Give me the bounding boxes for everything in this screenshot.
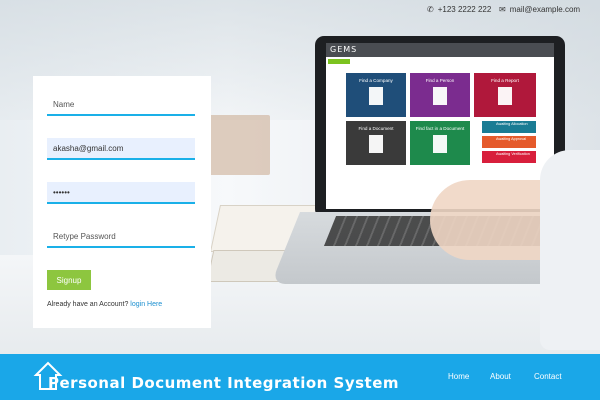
contact-phone: ✆ +123 2222 222 [427, 5, 491, 14]
tile-find-document: Find a Document [346, 121, 406, 165]
email-address[interactable]: mail@example.com [510, 5, 580, 14]
password-field[interactable]: •••••• [47, 182, 195, 204]
status-awaiting-allocation: Awaiting Allocation [482, 121, 536, 133]
contact-email[interactable]: ✉ mail@example.com [499, 5, 580, 14]
login-prompt: Already have an Account? login Here [47, 301, 162, 308]
name-field[interactable]: Name [47, 94, 195, 116]
mail-icon: ✉ [499, 5, 506, 14]
nav-about[interactable]: About [490, 372, 511, 381]
nav-contact[interactable]: Contact [534, 372, 562, 381]
tile-label: Find a Person [425, 78, 455, 83]
login-prompt-text: Already have an Account? [47, 301, 129, 308]
brand-title[interactable]: Personal Document Integration System [48, 374, 399, 392]
app-tag [328, 59, 350, 64]
app-title: GEMS [326, 43, 554, 57]
status-awaiting-verification: Awaiting Verification [482, 151, 536, 163]
tile-label: Find fact in a Document [415, 126, 465, 131]
contact-bar: ✆ +123 2222 222 ✉ mail@example.com [0, 0, 600, 22]
signup-form: Name akasha@gmail.com •••••• Retype Pass… [33, 76, 211, 328]
signup-button[interactable]: Signup [47, 270, 91, 290]
document-icon [369, 135, 383, 153]
chart-icon [498, 87, 512, 105]
email-field[interactable]: akasha@gmail.com [47, 138, 195, 160]
phone-icon: ✆ [427, 5, 434, 14]
tile-find-fact: Find fact in a Document [410, 121, 470, 165]
tile-find-company: Find a Company [346, 73, 406, 117]
people-icon [433, 87, 447, 105]
tile-find-report: Find a Report [474, 73, 536, 117]
tile-find-person: Find a Person [410, 73, 470, 117]
document-lines-icon [433, 135, 447, 153]
nav-home[interactable]: Home [448, 372, 469, 381]
status-label: Awaiting Verification [496, 152, 530, 156]
retype-password-field[interactable]: Retype Password [47, 226, 195, 248]
status-label: Awaiting Allocation [496, 122, 528, 126]
tile-label: Find a Report [491, 78, 519, 83]
status-awaiting-approval: Awaiting Approval [482, 136, 536, 148]
tile-label: Find a Document [358, 126, 394, 131]
phone-number: +123 2222 222 [437, 5, 492, 14]
tile-label: Find a Company [359, 78, 393, 83]
status-label: Awaiting Approval [496, 137, 527, 141]
login-link[interactable]: login Here [130, 301, 162, 308]
sleeve-image [540, 150, 600, 350]
building-icon [369, 87, 383, 105]
